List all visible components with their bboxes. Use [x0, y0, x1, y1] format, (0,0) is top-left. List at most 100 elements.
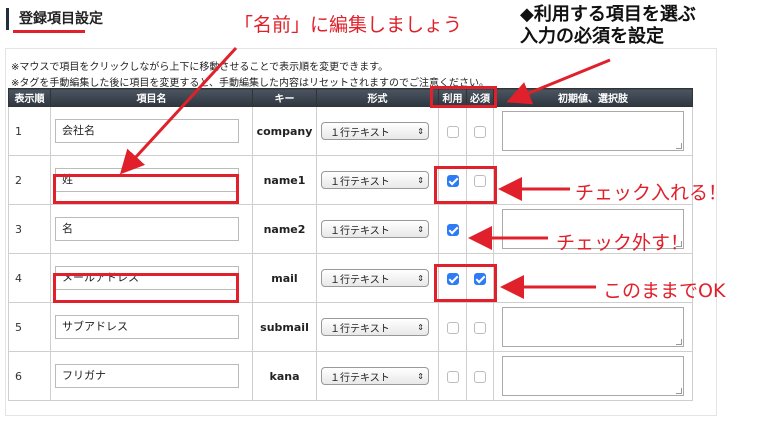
note-reset-warning: ※タグを手動編集した後に項目を変更すると、手動編集した内容はリセットされますので… — [11, 78, 489, 89]
resize-grip-icon — [676, 143, 682, 149]
up-down-arrows-icon: ⇕ — [417, 126, 424, 136]
table-row[interactable]: 1 会社名 company １行テキスト ⇕ — [8, 106, 693, 156]
type-select-value: １行テキスト — [330, 274, 390, 286]
type-select[interactable]: １行テキスト ⇕ — [321, 171, 429, 189]
row-order: 2 — [8, 155, 51, 205]
options-textarea[interactable] — [502, 307, 684, 347]
row-order: 5 — [8, 302, 51, 352]
row-type-cell: １行テキスト ⇕ — [316, 204, 439, 254]
type-select-value: １行テキスト — [330, 323, 390, 335]
row-required-cell — [466, 351, 494, 401]
row-use-cell — [438, 155, 467, 205]
options-textarea[interactable] — [502, 111, 684, 151]
row-key: mail — [252, 253, 317, 303]
up-down-arrows-icon: ⇕ — [417, 175, 424, 185]
required-checkbox[interactable] — [474, 174, 486, 187]
type-select-value: １行テキスト — [330, 372, 390, 384]
annotation-check-out: チェック外す！ — [556, 232, 690, 254]
use-checkbox[interactable] — [446, 174, 459, 187]
row-type-cell: １行テキスト ⇕ — [316, 351, 439, 401]
row-use-cell — [438, 351, 467, 401]
row-name-cell: 姓 — [50, 155, 253, 205]
header-options: 初期値、選択肢 — [493, 88, 693, 107]
table-header-row: 表示順 項目名 キー 形式 利用 必須 初期値、選択肢 — [8, 88, 693, 107]
row-options-cell — [493, 106, 693, 156]
row-order: 1 — [8, 106, 51, 156]
row-key: kana — [252, 351, 317, 401]
required-checkbox[interactable] — [474, 125, 486, 138]
row-name-cell: サブアドレス — [50, 302, 253, 352]
panel-title-bar: 登録項目設定 — [6, 8, 103, 30]
header-required: 必須 — [466, 88, 494, 107]
options-textarea[interactable] — [502, 356, 684, 396]
annotation-name-edit: 「名前」に編集しましょう — [234, 14, 463, 36]
item-name-input[interactable]: サブアドレス — [55, 315, 239, 339]
annotation-keep-ok: このままでOK — [603, 280, 726, 302]
title-underline — [13, 30, 85, 33]
row-key: company — [252, 106, 317, 156]
use-checkbox[interactable] — [446, 370, 459, 383]
type-select-value: １行テキスト — [330, 225, 390, 237]
item-name-input[interactable]: 姓 — [55, 168, 239, 192]
annotation-select-items-line2: 入力の必須を設定 — [520, 26, 664, 47]
row-required-cell — [466, 302, 494, 352]
row-required-cell — [466, 106, 494, 156]
row-key: name1 — [252, 155, 317, 205]
row-required-cell — [466, 253, 494, 303]
use-checkbox[interactable] — [446, 272, 459, 285]
use-checkbox[interactable] — [446, 321, 459, 334]
up-down-arrows-icon: ⇕ — [417, 273, 424, 283]
type-select[interactable]: １行テキスト ⇕ — [321, 318, 429, 336]
header-type: 形式 — [316, 88, 439, 107]
row-name-cell: 会社名 — [50, 106, 253, 156]
table-row[interactable]: 6 フリガナ kana １行テキスト ⇕ — [8, 351, 693, 401]
resize-grip-icon — [676, 339, 682, 345]
required-checkbox[interactable] — [474, 370, 486, 383]
row-options-cell — [493, 351, 693, 401]
row-key: name2 — [252, 204, 317, 254]
annotation-select-items-line1: ◆利用する項目を選ぶ — [520, 4, 696, 25]
item-name-input[interactable]: フリガナ — [55, 364, 239, 388]
up-down-arrows-icon: ⇕ — [417, 322, 424, 332]
item-name-input[interactable]: メールアドレス — [55, 266, 239, 290]
use-checkbox[interactable] — [446, 125, 459, 138]
row-type-cell: １行テキスト ⇕ — [316, 106, 439, 156]
required-checkbox[interactable] — [474, 272, 486, 285]
item-name-input[interactable]: 名 — [55, 217, 239, 241]
row-type-cell: １行テキスト ⇕ — [316, 302, 439, 352]
type-select[interactable]: １行テキスト ⇕ — [321, 122, 429, 140]
row-required-cell — [466, 204, 494, 254]
up-down-arrows-icon: ⇕ — [417, 371, 424, 381]
header-key: キー — [252, 88, 317, 107]
header-use: 利用 — [438, 88, 467, 107]
header-order: 表示順 — [8, 88, 51, 107]
table-row[interactable]: 4 メールアドレス mail １行テキスト ⇕ — [8, 253, 693, 303]
type-select-value: １行テキスト — [330, 127, 390, 139]
panel-title: 登録項目設定 — [19, 11, 103, 27]
row-options-cell — [493, 302, 693, 352]
row-order: 4 — [8, 253, 51, 303]
use-checkbox[interactable] — [446, 223, 459, 236]
row-use-cell — [438, 302, 467, 352]
row-type-cell: １行テキスト ⇕ — [316, 155, 439, 205]
type-select[interactable]: １行テキスト ⇕ — [321, 367, 429, 385]
row-use-cell — [438, 106, 467, 156]
row-name-cell: フリガナ — [50, 351, 253, 401]
annotation-select-items: ◆利用する項目を選ぶ 入力の必須を設定 — [520, 4, 696, 48]
row-name-cell: メールアドレス — [50, 253, 253, 303]
annotation-check-in: チェック入れる！ — [575, 182, 728, 204]
type-select[interactable]: １行テキスト ⇕ — [321, 220, 429, 238]
required-checkbox[interactable] — [474, 321, 486, 334]
row-use-cell — [438, 204, 467, 254]
table-row[interactable]: 5 サブアドレス submail １行テキスト ⇕ — [8, 302, 693, 352]
up-down-arrows-icon: ⇕ — [417, 224, 424, 234]
type-select[interactable]: １行テキスト ⇕ — [321, 269, 429, 287]
row-key: submail — [252, 302, 317, 352]
row-type-cell: １行テキスト ⇕ — [316, 253, 439, 303]
row-order: 3 — [8, 204, 51, 254]
row-order: 6 — [8, 351, 51, 401]
resize-grip-icon — [676, 388, 682, 394]
row-required-cell — [466, 155, 494, 205]
row-use-cell — [438, 253, 467, 303]
item-name-input[interactable]: 会社名 — [55, 119, 239, 143]
